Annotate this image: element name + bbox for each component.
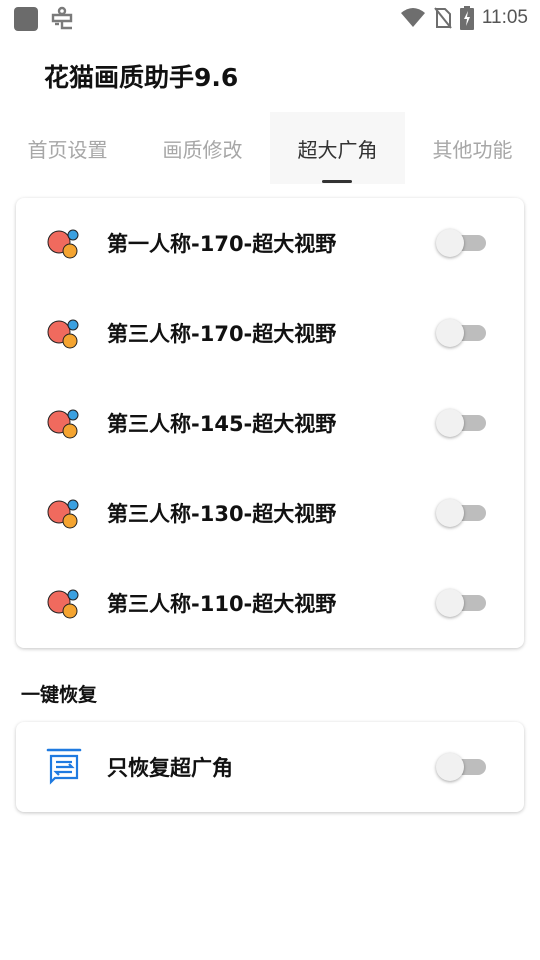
app-title: 花猫画质助手9.6 — [44, 63, 239, 92]
restore-option-label: 只恢复超广角 — [107, 756, 233, 780]
bubbles-icon — [47, 319, 79, 349]
fov-option-label: 第三人称-170-超大视野 — [107, 322, 337, 346]
fov-option-row: 第三人称-145-超大视野 — [16, 378, 524, 468]
no-sim-icon — [434, 7, 452, 29]
fov-option-label: 第三人称-110-超大视野 — [107, 592, 337, 616]
fov-first-person-170-toggle[interactable] — [436, 229, 488, 257]
toggle-knob — [436, 753, 464, 781]
restore-list-icon — [46, 748, 82, 785]
tab-wide-angle[interactable]: 超大广角 — [270, 112, 405, 184]
fov-option-row: 第三人称-170-超大视野 — [16, 288, 524, 378]
battery-charging-icon — [459, 6, 474, 30]
restore-card: 只恢复超广角 — [16, 722, 524, 812]
fov-option-label: 第三人称-130-超大视野 — [107, 502, 337, 526]
bubbles-icon — [47, 409, 79, 439]
fov-third-person-145-toggle[interactable] — [436, 409, 488, 437]
fov-third-person-130-toggle[interactable] — [436, 499, 488, 527]
toggle-knob — [436, 589, 464, 617]
status-right-icons: 11:05 — [400, 6, 528, 30]
tab-other-features[interactable]: 其他功能 — [405, 112, 540, 184]
restore-section-title: 一键恢复 — [21, 684, 98, 706]
fov-option-label: 第三人称-145-超大视野 — [107, 412, 337, 436]
bubbles-icon — [47, 499, 79, 529]
fov-option-row: 第一人称-170-超大视野 — [16, 198, 524, 288]
app-square-icon — [14, 7, 38, 31]
toggle-knob — [436, 409, 464, 437]
fov-options-card: 第一人称-170-超大视野 第三人称-170-超大视野 第三人称-145-超大视… — [16, 198, 524, 648]
restore-option-row: 只恢复超广角 — [16, 722, 524, 812]
active-tab-indicator — [322, 180, 352, 183]
restore-wide-angle-toggle[interactable] — [436, 753, 488, 781]
toggle-knob — [436, 229, 464, 257]
fov-option-label: 第一人称-170-超大视野 — [107, 232, 337, 256]
fov-third-person-170-toggle[interactable] — [436, 319, 488, 347]
status-bar: 11:05 — [0, 0, 540, 36]
tab-quality-edit[interactable]: 画质修改 — [135, 112, 270, 184]
toggle-knob — [436, 319, 464, 347]
wifi-icon — [400, 8, 425, 27]
toggle-knob — [436, 499, 464, 527]
status-left-icons — [14, 6, 74, 32]
fov-option-row: 第三人称-130-超大视野 — [16, 468, 524, 558]
fov-third-person-110-toggle[interactable] — [436, 589, 488, 617]
bubbles-icon — [47, 589, 79, 619]
status-time: 11:05 — [481, 7, 528, 28]
fov-option-row: 第三人称-110-超大视野 — [16, 558, 524, 648]
tab-home-settings[interactable]: 首页设置 — [0, 112, 135, 184]
bubbles-icon — [47, 229, 79, 259]
tab-bar: 首页设置 画质修改 超大广角 其他功能 — [0, 112, 540, 184]
bug-icon — [51, 6, 73, 30]
